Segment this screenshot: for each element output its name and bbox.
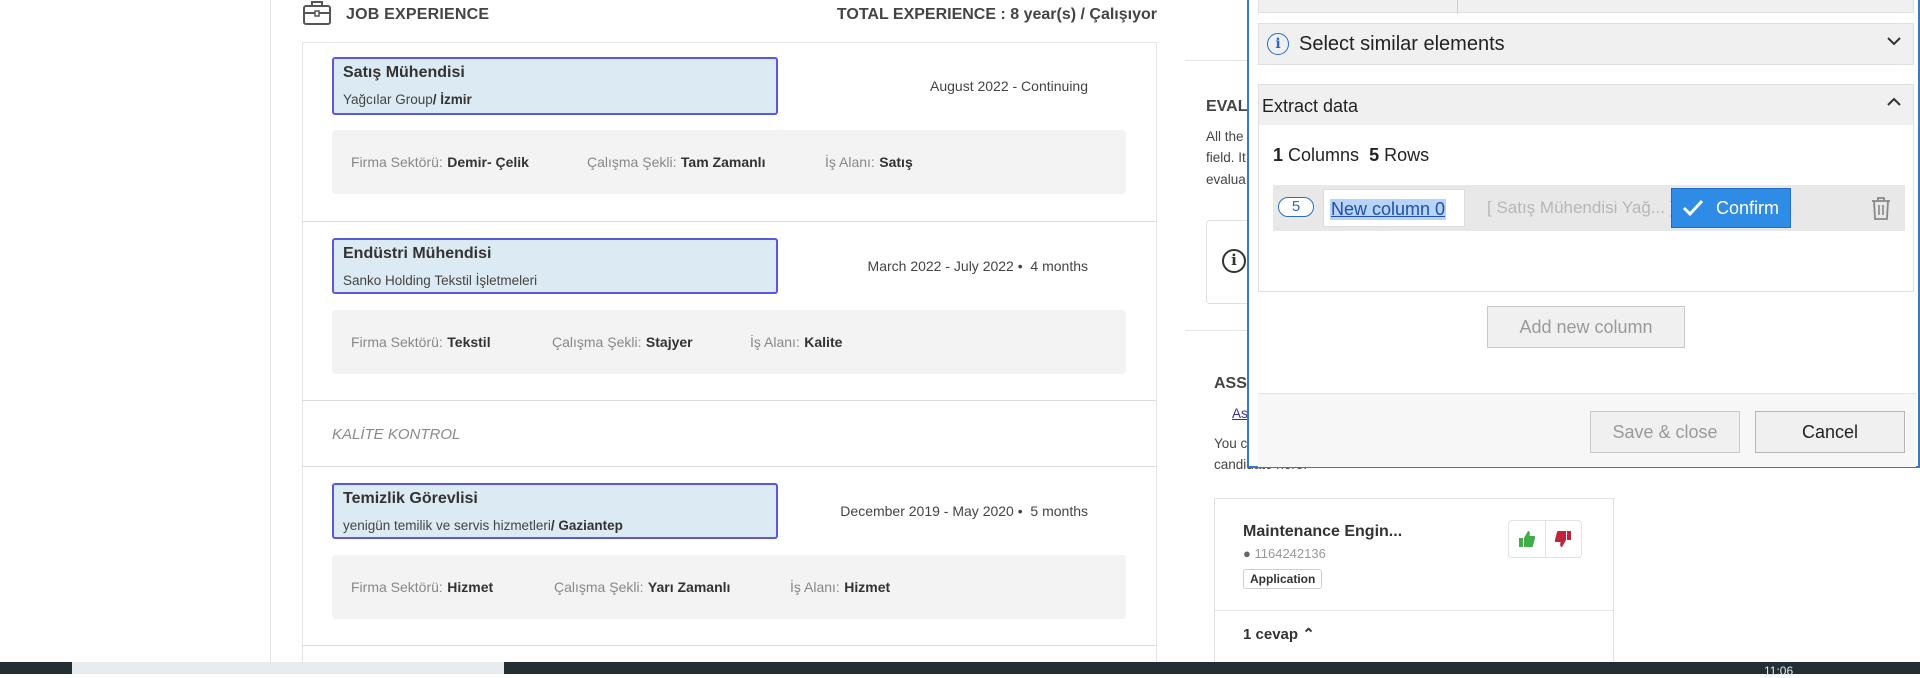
save-close-button[interactable]: Save & close (1590, 411, 1740, 453)
info-icon: i (1222, 249, 1246, 273)
job-title-block[interactable]: Temizlik Görevlisi yenigün temilik ve se… (332, 483, 778, 539)
job-meta: Firma Sektörü: Tekstil Çalışma Şekli: St… (332, 310, 1126, 374)
column-preview: [ Satış Mühendisi Yağ... ] (1487, 198, 1675, 217)
section-note: KALİTE KONTROL (332, 426, 461, 443)
select-similar-section[interactable]: i Select similar elements (1258, 23, 1914, 65)
job-sector: Hizmet (447, 579, 494, 595)
briefcase-icon (303, 1, 331, 25)
job-title-block[interactable]: Endüstri Mühendisi Sanko Holding Tekstil… (332, 238, 778, 294)
add-column-button[interactable]: Add new column (1487, 306, 1685, 348)
extract-data-header[interactable]: Extract data (1259, 85, 1913, 125)
card-id: ● 1164242136 (1243, 546, 1326, 561)
job-title: Endüstri Mühendisi (343, 245, 492, 262)
job-company: Sanko Holding Tekstil İşletmeleri (343, 273, 538, 288)
job-work-type: Stajyer (645, 334, 693, 350)
total-experience: TOTAL EXPERIENCE : 8 year(s) / Çalışıyor (836, 6, 1157, 23)
job-sector: Tekstil (447, 334, 491, 350)
column-name-value: New column 0 (1330, 199, 1447, 220)
divider (302, 221, 1157, 222)
clock: 11:06 (1764, 664, 1794, 678)
divider (302, 400, 1157, 401)
job-sector: Demir- Çelik (447, 154, 529, 170)
job-company: yenigün temilik ve servis hizmetleri/ Ga… (343, 518, 623, 533)
taskbar: 11:06 (0, 662, 1920, 678)
extract-counts: 1 Columns 5 Rows (1273, 145, 1430, 165)
job-title: Temizlik Görevlisi (343, 490, 478, 507)
job-area: Satış (879, 154, 913, 170)
thumbs-up-icon[interactable] (1518, 530, 1536, 548)
extract-data-section: Extract data 1 Columns 5 Rows 5 New colu… (1258, 84, 1914, 292)
job-work-type: Tam Zamanlı (680, 154, 766, 170)
taskbar-search[interactable] (72, 662, 504, 674)
job-dates: December 2019 - May 2020 • 5 months (840, 503, 1088, 519)
column-name-input[interactable]: New column 0 (1323, 189, 1465, 227)
job-dates: March 2022 - July 2022 • 4 months (867, 258, 1088, 274)
section-label: Select similar elements (1299, 33, 1505, 55)
check-icon (1682, 199, 1704, 217)
job-work-type: Yarı Zamanlı (647, 579, 731, 595)
vote-buttons (1508, 520, 1582, 558)
chevron-up-icon: ⌃ (1302, 626, 1315, 643)
extract-dialog: i Select similar elements Extract data 1… (1247, 0, 1920, 468)
divider (302, 466, 1157, 467)
thumbs-down-icon[interactable] (1554, 530, 1572, 548)
job-area: Hizmet (844, 579, 891, 595)
divider (302, 645, 1157, 646)
card-title: Maintenance Engin... (1243, 523, 1403, 540)
answers-toggle[interactable]: 1 cevap ⌃ (1243, 625, 1315, 643)
section-title: JOB EXPERIENCE (346, 6, 490, 23)
section-label: Extract data (1262, 96, 1359, 116)
trash-icon[interactable] (1869, 195, 1893, 221)
card-tag: Application (1243, 569, 1323, 589)
job-title-block[interactable]: Satış Mühendisi Yağcılar Group/ İzmir (332, 57, 778, 115)
chevron-up-icon (1887, 97, 1901, 106)
column-row: 5 New column 0 [ Satış Mühendisi Yağ... … (1273, 185, 1905, 231)
job-meta: Firma Sektörü: Demir- Çelik Çalışma Şekl… (332, 130, 1126, 194)
dialog-footer: Save & close Cancel (1258, 393, 1916, 467)
confirm-button[interactable]: Confirm (1671, 188, 1791, 228)
job-area: Kalite (804, 334, 843, 350)
eval-heading: EVAL (1206, 98, 1248, 115)
assess-link[interactable]: As (1232, 406, 1248, 421)
info-icon: i (1267, 33, 1289, 55)
chevron-down-icon (1887, 37, 1901, 46)
job-experience-header: JOB EXPERIENCE TOTAL EXPERIENCE : 8 year… (302, 0, 1157, 30)
assess-heading: ASS (1214, 375, 1247, 392)
column-count-badge: 5 (1278, 197, 1314, 217)
job-title: Satış Mühendisi (343, 64, 465, 81)
job-dates: August 2022 - Continuing (930, 78, 1088, 94)
job-meta: Firma Sektörü: Hizmet Çalışma Şekli: Yar… (332, 555, 1126, 619)
cancel-button[interactable]: Cancel (1755, 411, 1905, 453)
job-company: Yağcılar Group/ İzmir (343, 92, 472, 107)
